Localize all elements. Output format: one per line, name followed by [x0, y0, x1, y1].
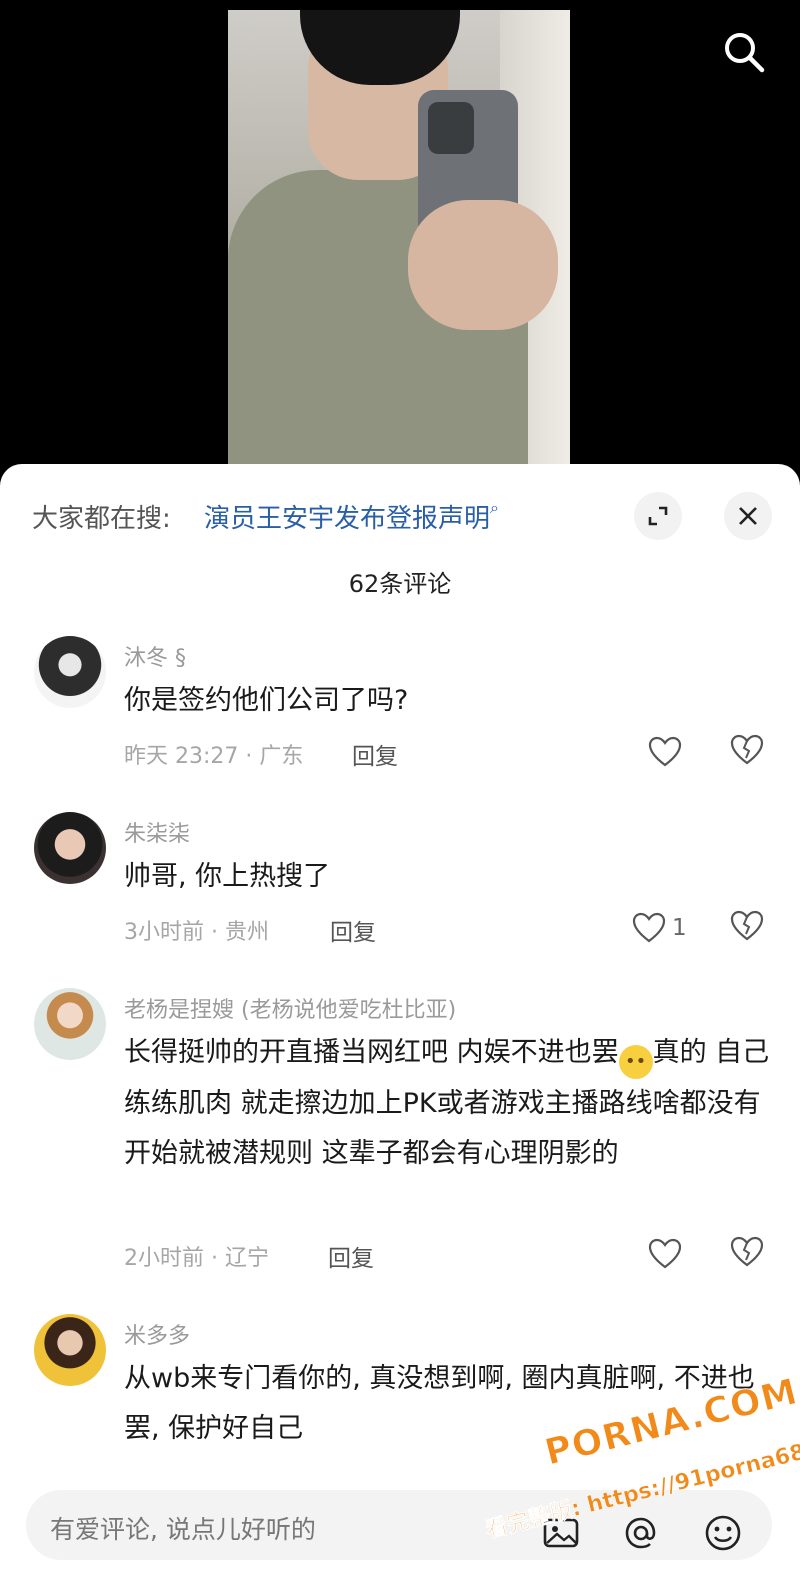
- expand-button[interactable]: [634, 492, 682, 540]
- mention-button[interactable]: [620, 1512, 662, 1554]
- at-icon: [625, 1517, 656, 1549]
- comment-text: 你是签约他们公司了吗?: [124, 685, 409, 716]
- hot-search-link[interactable]: 演员王安宇发布登报声明⌕: [204, 498, 499, 535]
- comment-input-bar: 有爱评论, 说点儿好听的: [0, 1474, 800, 1572]
- broken-heart-icon: [730, 1236, 764, 1267]
- like-button[interactable]: 1: [632, 910, 712, 946]
- comment-username[interactable]: 老杨是捏嫂 (老杨说他爱吃杜比亚): [124, 992, 456, 1024]
- comment-count: 62条评论: [348, 570, 452, 598]
- comment-username[interactable]: 朱柒柒: [124, 816, 190, 848]
- smiley-icon: [705, 1515, 741, 1551]
- heart-outline-icon: [648, 1238, 682, 1269]
- like-button[interactable]: [648, 1236, 728, 1272]
- comment-text-part: 长得挺帅的开直播当网红吧 内娱不进也罢: [124, 1037, 619, 1068]
- close-button[interactable]: [724, 492, 772, 540]
- dislike-button[interactable]: [730, 910, 766, 946]
- expand-icon: [648, 506, 668, 526]
- broken-heart-icon: [730, 734, 764, 765]
- comment-time-location: 昨天 23:27 · 广东: [124, 744, 304, 769]
- hot-search-bar: 大家都在搜: 演员王安宇发布登报声明⌕: [0, 464, 800, 564]
- reply-button[interactable]: 回复: [352, 737, 398, 771]
- comment-username[interactable]: 沐冬 §: [124, 640, 186, 672]
- comment-text: 长得挺帅的开直播当网红吧 内娱不进也罢 •• 真的 自己练练肌肉 就走擦边加上PK或…: [124, 1028, 774, 1179]
- close-icon: [739, 507, 757, 525]
- hot-search-prefix: 大家都在搜:: [32, 504, 171, 534]
- comment-text: 从wb来专门看你的, 真没想到啊, 圈内真脏啊, 不进也罢, 保护好自己: [124, 1363, 755, 1444]
- reply-button[interactable]: 回复: [330, 913, 376, 947]
- video-frame: [228, 10, 570, 472]
- video-player[interactable]: [0, 0, 800, 480]
- heart-outline-icon: [632, 912, 666, 943]
- comment-sheet: 大家都在搜: 演员王安宇发布登报声明⌕ 62条评论 沐冬 § 你是签约他们公司了…: [0, 464, 800, 1572]
- search-icon: ⌕: [490, 498, 499, 517]
- avatar[interactable]: [34, 988, 106, 1060]
- reply-button[interactable]: 回复: [328, 1239, 374, 1273]
- avatar[interactable]: [34, 636, 106, 708]
- emoji-button[interactable]: [702, 1512, 744, 1554]
- broken-heart-icon: [730, 910, 764, 941]
- search-icon[interactable]: [720, 28, 768, 76]
- avatar[interactable]: [34, 812, 106, 884]
- like-button[interactable]: [648, 734, 728, 770]
- comment-text: 帅哥, 你上热搜了: [124, 861, 331, 892]
- like-count: 1: [672, 915, 687, 941]
- face-with-rolling-eyes-icon: ••: [618, 1045, 653, 1079]
- comment-input[interactable]: 有爱评论, 说点儿好听的: [26, 1490, 772, 1560]
- heart-outline-icon: [648, 736, 682, 767]
- comment-username[interactable]: 米多多: [124, 1318, 190, 1350]
- avatar[interactable]: [34, 1314, 106, 1386]
- image-button[interactable]: [540, 1512, 582, 1554]
- hot-search-term: 演员王安宇发布登报声明: [204, 504, 491, 534]
- image-icon: [543, 1518, 579, 1548]
- comment-time-location: 3小时前 · 贵州: [124, 920, 269, 945]
- dislike-button[interactable]: [730, 1236, 766, 1272]
- comment-input-placeholder: 有爱评论, 说点儿好听的: [50, 1515, 316, 1544]
- comment-time-location: 2小时前 · 辽宁: [124, 1246, 269, 1271]
- dislike-button[interactable]: [730, 734, 766, 770]
